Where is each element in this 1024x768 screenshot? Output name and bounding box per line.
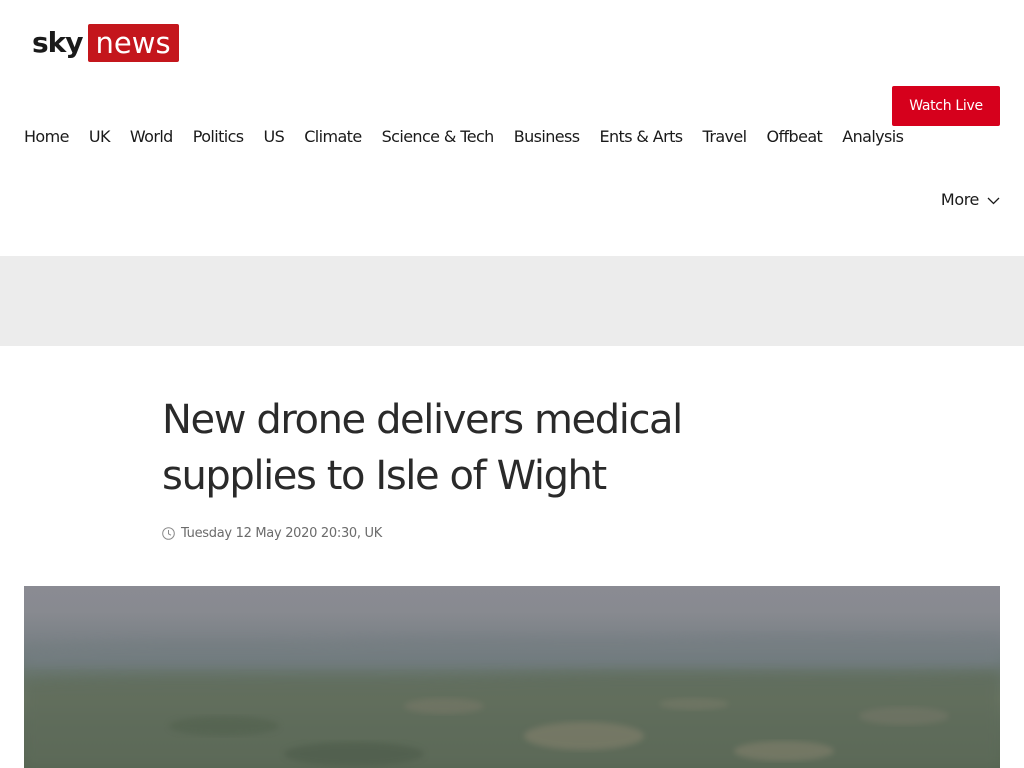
more-menu-button[interactable]: More <box>941 190 1000 209</box>
article-hero-image <box>24 586 1000 768</box>
article-headline: New drone delivers medical supplies to I… <box>162 397 683 499</box>
timestamp-text: Tuesday 12 May 2020 20:30, UK <box>181 526 382 541</box>
clock-icon <box>162 527 175 540</box>
nav-item-offbeat[interactable]: Offbeat <box>766 127 822 146</box>
nav-item-science-tech[interactable]: Science & Tech <box>382 127 495 146</box>
advert-banner <box>0 256 1024 346</box>
logo-sky-text: sky <box>32 26 84 59</box>
chevron-down-icon <box>987 197 1000 204</box>
nav-item-us[interactable]: US <box>264 127 285 146</box>
logo-news-text: news <box>87 24 179 62</box>
nav-item-uk[interactable]: UK <box>89 127 111 146</box>
nav-item-travel[interactable]: Travel <box>703 127 748 146</box>
more-label: More <box>940 190 979 209</box>
nav-item-ents-arts[interactable]: Ents & Arts <box>599 127 683 146</box>
nav-item-politics[interactable]: Politics <box>193 127 244 146</box>
watch-live-button[interactable]: Watch Live <box>892 86 1000 126</box>
nav-item-analysis[interactable]: Analysis <box>842 127 904 146</box>
article-timestamp: Tuesday 12 May 2020 20:30, UK <box>162 526 382 541</box>
nav-item-world[interactable]: World <box>130 127 173 146</box>
aerial-landscape-image <box>24 634 1000 768</box>
nav-item-home[interactable]: Home <box>24 127 69 146</box>
nav-item-business[interactable]: Business <box>514 127 580 146</box>
sky-news-logo[interactable]: sky news <box>32 24 179 62</box>
nav-item-climate[interactable]: Climate <box>304 127 362 146</box>
main-nav: Home UK World Politics US Climate Scienc… <box>24 124 923 148</box>
